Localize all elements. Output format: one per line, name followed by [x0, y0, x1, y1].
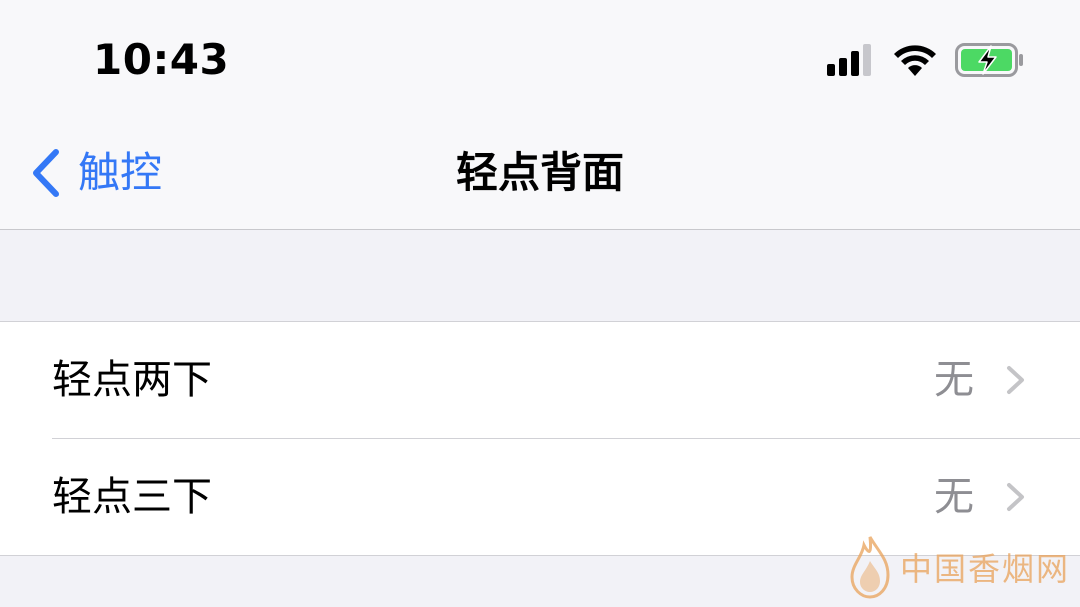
settings-group: 轻点两下 无 轻点三下 无: [0, 321, 1080, 556]
watermark: 中国香烟网: [848, 535, 1070, 599]
row-label: 轻点三下: [52, 474, 212, 520]
flame-logo-icon: [850, 536, 890, 599]
chevron-right-icon: [1007, 483, 1024, 511]
status-time: 10:43: [93, 35, 230, 84]
battery-charging-icon: [955, 43, 1023, 77]
watermark-text: 中国香烟网: [899, 550, 1070, 588]
row-value: 无: [934, 357, 974, 403]
settings-row-double-tap[interactable]: 轻点两下 无: [0, 322, 1080, 439]
top-bar: 10:43 触控 轻点背面: [0, 0, 1080, 230]
cellular-signal-icon: [827, 44, 871, 76]
wifi-icon: [894, 45, 936, 76]
status-icons: [827, 40, 1025, 80]
page-title: 轻点背面: [455, 148, 624, 197]
row-label: 轻点两下: [52, 357, 212, 403]
chevron-right-icon: [1007, 366, 1024, 394]
